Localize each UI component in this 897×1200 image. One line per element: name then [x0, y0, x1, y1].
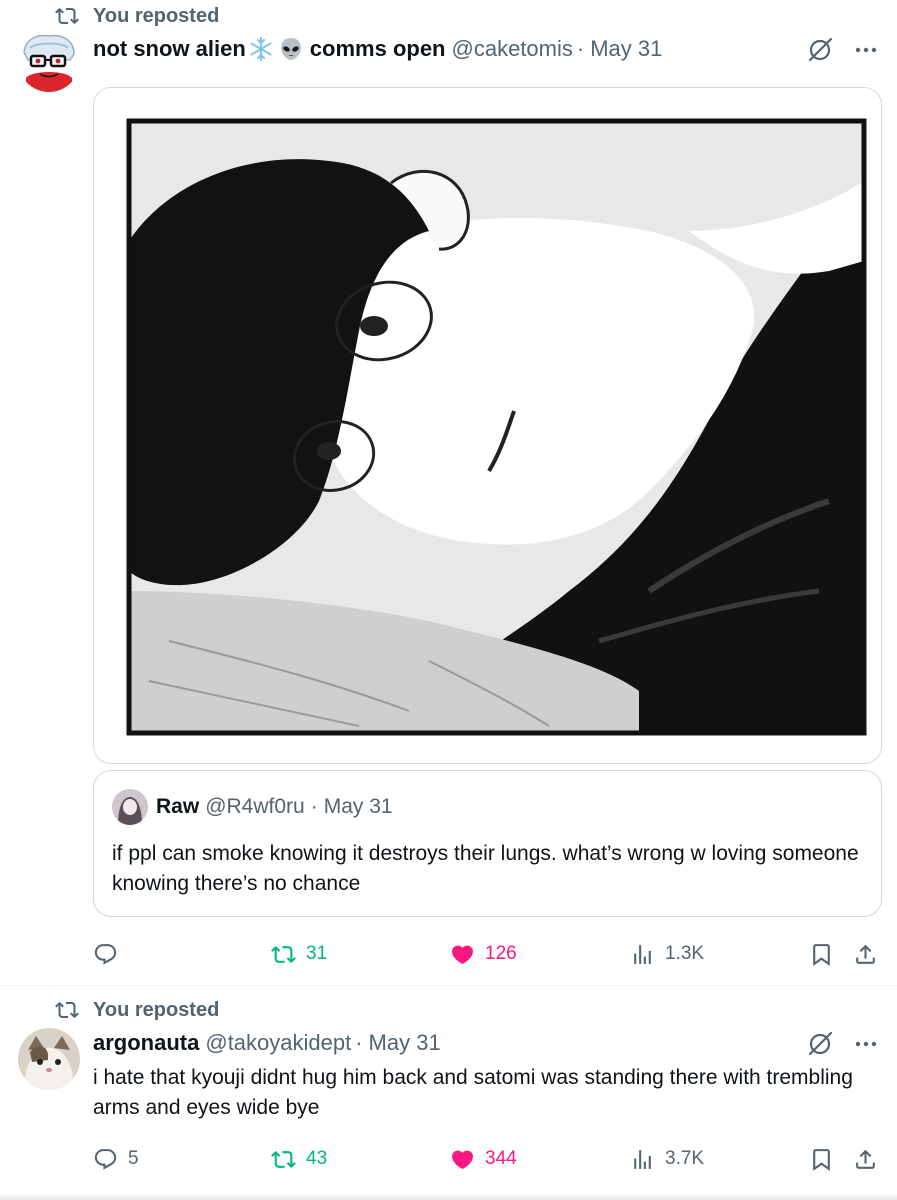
post-top-actions: [807, 37, 879, 63]
quoted-avatar-image: [112, 789, 148, 825]
repost-icon: [271, 945, 296, 963]
avatar[interactable]: [18, 1028, 80, 1090]
repost-button[interactable]: 43: [271, 1141, 327, 1177]
reply-icon: [94, 943, 117, 965]
repost-label: You reposted: [93, 998, 220, 1021]
repost-label: You reposted: [93, 4, 220, 27]
timeline-post[interactable]: You reposted argonauta @takoyakidept · M…: [0, 985, 897, 1200]
snowflake-icon: [250, 37, 272, 61]
author-handle[interactable]: @takoyakidept: [205, 1030, 351, 1056]
quoted-author-name: Raw: [156, 795, 200, 818]
repost-icon: [55, 1001, 79, 1019]
separator: ·: [576, 36, 585, 61]
quoted-post[interactable]: Raw @R4wf0ru · May 31 if ppl can smoke k…: [93, 770, 882, 917]
bookmark-icon: [813, 943, 830, 966]
heart-icon: [452, 945, 473, 964]
share-button[interactable]: [853, 1141, 888, 1177]
quoted-post-text: if ppl can smoke knowing it destroys the…: [112, 842, 859, 895]
author-name[interactable]: argonauta: [93, 1030, 199, 1056]
repost-icon: [55, 7, 79, 25]
alien-emoji: [278, 36, 304, 62]
repost-count: 31: [306, 943, 328, 964]
quoted-post-date: May 31: [323, 795, 393, 818]
repost-button[interactable]: 31: [271, 936, 327, 972]
post-date[interactable]: May 31: [590, 36, 662, 62]
reply-button[interactable]: [93, 936, 128, 972]
manga-panel-image: [94, 88, 881, 763]
post-text: i hate that kyouji didnt hug him back an…: [93, 1066, 853, 1119]
reply-icon: [94, 1148, 117, 1170]
bookmark-button[interactable]: [809, 1141, 844, 1177]
like-button[interactable]: 344: [450, 1141, 517, 1177]
like-count: 344: [485, 1148, 517, 1169]
author-name-suffix[interactable]: comms open: [310, 36, 446, 62]
repost-count: 43: [306, 1148, 328, 1169]
separator: ·: [355, 1030, 363, 1055]
action-bar: 31 126 1.3K: [93, 936, 882, 972]
post-header: not snow alien comms open @caketomis · M…: [93, 36, 662, 62]
grok-icon[interactable]: [807, 1031, 833, 1057]
post-date[interactable]: May 31: [369, 1030, 441, 1056]
separator: ·: [310, 795, 318, 818]
author-handle[interactable]: @caketomis: [452, 36, 573, 62]
alien-icon: [280, 38, 301, 60]
media-card[interactable]: [93, 87, 882, 764]
heart-icon: [452, 1150, 473, 1169]
quoted-author-handle: @R4wf0ru: [205, 795, 305, 818]
quoted-post-header: Raw @R4wf0ru · May 31: [112, 789, 393, 825]
views-button[interactable]: 3.7K: [630, 1141, 704, 1177]
timeline-post[interactable]: You reposted not snow alien comms open @…: [0, 0, 897, 985]
bookmark-button[interactable]: [809, 936, 844, 972]
grok-icon[interactable]: [807, 37, 833, 63]
share-icon: [856, 1149, 875, 1169]
scroll-edge: [0, 1192, 897, 1200]
share-button[interactable]: [853, 936, 888, 972]
views-count: 1.3K: [665, 943, 705, 964]
post-top-actions: [807, 1031, 879, 1057]
repost-icon: [271, 1150, 296, 1168]
more-icon[interactable]: [853, 1031, 879, 1057]
avatar-image: [18, 1028, 80, 1090]
author-name[interactable]: not snow alien: [93, 36, 246, 62]
avatar[interactable]: [18, 30, 80, 92]
reply-button[interactable]: 5: [93, 1141, 139, 1177]
views-icon: [634, 944, 651, 964]
repost-indicator: You reposted: [55, 998, 219, 1022]
like-button[interactable]: 126: [450, 936, 517, 972]
quoted-avatar: [112, 789, 148, 825]
views-icon: [634, 1149, 651, 1169]
repost-indicator: You reposted: [55, 4, 219, 28]
snowflake-emoji: [248, 36, 274, 62]
reply-count: 5: [128, 1148, 139, 1169]
like-count: 126: [485, 943, 517, 964]
views-count: 3.7K: [665, 1148, 705, 1169]
more-icon[interactable]: [853, 37, 879, 63]
action-bar: 5 43 344 3.7K: [93, 1141, 882, 1177]
post-header: argonauta @takoyakidept · May 31: [93, 1030, 441, 1056]
views-button[interactable]: 1.3K: [630, 936, 704, 972]
avatar-image: [18, 30, 80, 92]
bookmark-icon: [813, 1148, 830, 1171]
share-icon: [856, 944, 875, 964]
